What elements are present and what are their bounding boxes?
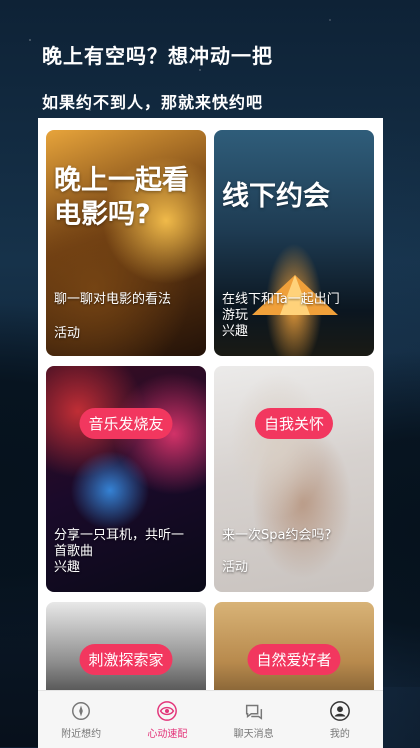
- card-movie[interactable]: 晚上一起看电影吗? 聊一聊对电影的看法 活动: [46, 130, 206, 356]
- eye-icon: [157, 700, 178, 721]
- pill-label: 音乐发烧友: [79, 408, 173, 439]
- card-title: 晚上一起看电影吗?: [54, 165, 189, 230]
- compass-icon: [72, 701, 91, 720]
- header: 晚上有空吗？想冲动一把 如果约不到人，那就来快约吧: [42, 40, 273, 113]
- pill-label: 自然爱好者: [247, 644, 341, 675]
- card-desc-line-2: 首歌曲: [54, 544, 94, 559]
- pill-label: 自我关怀: [254, 408, 334, 439]
- card-desc: 聊一聊对电影的看法: [54, 292, 172, 307]
- tab-profile[interactable]: 我的: [297, 691, 383, 748]
- card-tag: 活动: [222, 560, 249, 575]
- pill-label: 刺激探索家: [79, 644, 173, 675]
- card-desc: 来一次Spa约会吗?: [222, 528, 332, 543]
- tab-label: 聊天消息: [233, 728, 274, 740]
- card-tag: 兴趣: [222, 324, 249, 339]
- tab-label: 心动速配: [147, 728, 188, 740]
- tab-label: 我的: [329, 728, 350, 740]
- card-panel: 晚上一起看电影吗? 聊一聊对电影的看法 活动 线下约会 在线下和Ta一起出门 游…: [38, 118, 383, 698]
- card-desc-line-1: 在线下和Ta一起出门: [222, 292, 340, 307]
- user-icon: [329, 700, 350, 721]
- header-title: 晚上有空吗？想冲动一把: [42, 44, 273, 68]
- card-adventure[interactable]: 刺激探索家: [46, 602, 206, 698]
- card-title: 线下约会: [222, 181, 330, 212]
- tab-label: 附近想约: [61, 728, 102, 740]
- card-tag: 兴趣: [54, 560, 81, 575]
- card-tag: 活动: [54, 326, 81, 341]
- card-offline-date[interactable]: 线下约会 在线下和Ta一起出门 游玩 兴趣: [214, 130, 374, 356]
- card-desc-line-2: 游玩: [222, 308, 249, 323]
- header-subtitle: 如果约不到人，那就来快约吧: [42, 93, 264, 112]
- tab-chat[interactable]: 聊天消息: [211, 691, 297, 748]
- tab-nearby[interactable]: 附近想约: [38, 691, 124, 748]
- card-self-care[interactable]: 自我关怀 来一次Spa约会吗? 活动: [214, 366, 374, 592]
- bottom-tab-bar: 附近想约 心动速配 聊天消息 我的: [38, 690, 383, 748]
- card-desc-line-1: 分享一只耳机，共听一: [54, 528, 185, 543]
- tab-quick-match[interactable]: 心动速配: [124, 691, 210, 748]
- card-nature[interactable]: 自然爱好者: [214, 602, 374, 698]
- chat-icon: [245, 704, 262, 720]
- card-music[interactable]: 音乐发烧友 分享一只耳机，共听一 首歌曲 兴趣: [46, 366, 206, 592]
